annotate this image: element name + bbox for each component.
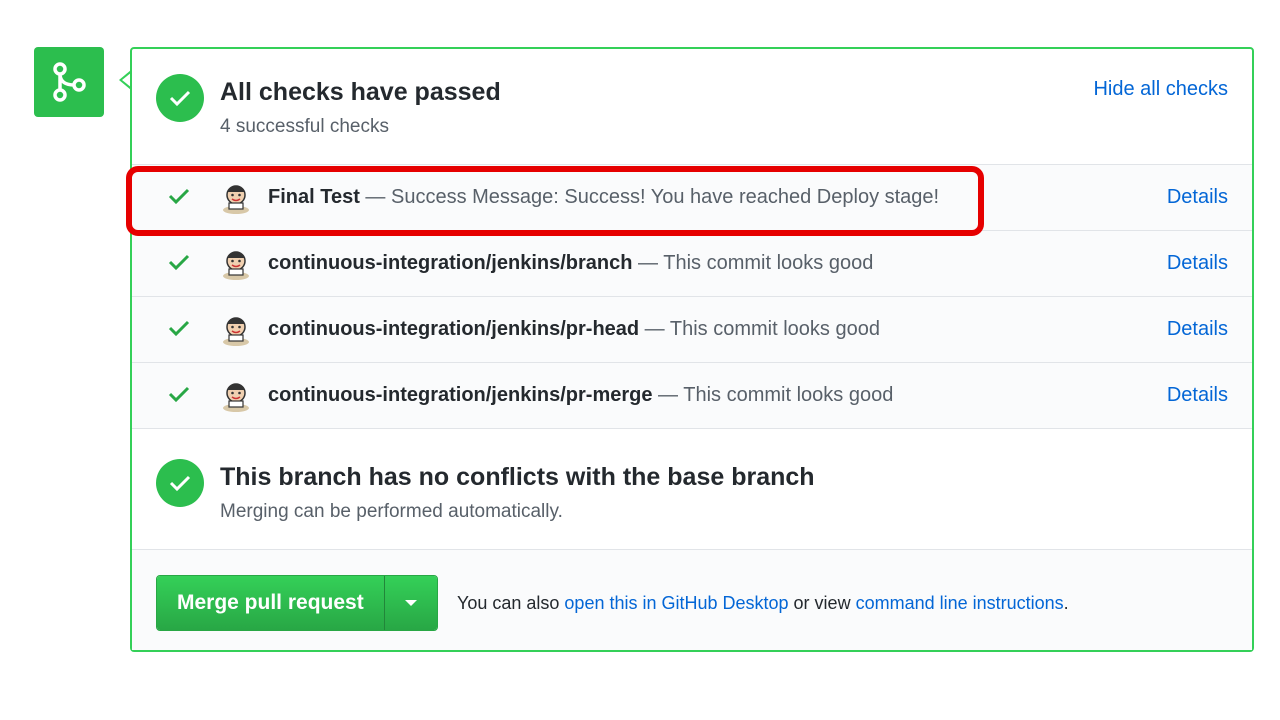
checks-passed-icon [156, 74, 204, 122]
checks-title: All checks have passed [220, 78, 501, 106]
check-icon [168, 319, 190, 342]
conflicts-subtitle: Merging can be performed automatically. [220, 501, 563, 522]
check-name: continuous-integration/jenkins/pr-merge [268, 384, 653, 406]
note-middle: or view [788, 593, 856, 613]
check-description: This commit looks good [663, 252, 874, 274]
hide-all-checks-link[interactable]: Hide all checks [1093, 78, 1228, 101]
note-suffix: . [1063, 593, 1069, 613]
check-text: continuous-integration/jenkins/pr-merge … [268, 384, 893, 407]
check-details-link[interactable]: Details [1167, 252, 1228, 275]
merge-status-panel: All checks have passed 4 successful chec… [130, 47, 1254, 652]
annotation-highlight-box [126, 166, 984, 236]
jenkins-avatar-icon [220, 380, 252, 412]
check-details-link[interactable]: Details [1167, 186, 1228, 209]
merge-area: Merge pull request You can also open thi… [132, 550, 1252, 650]
check-details-link[interactable]: Details [1167, 318, 1228, 341]
merge-options-dropdown[interactable] [384, 576, 437, 630]
check-text: continuous-integration/jenkins/branch — … [268, 252, 873, 275]
check-separator: — [632, 252, 664, 274]
merge-button-group: Merge pull request [156, 575, 438, 631]
conflicts-title: This branch has no conflicts with the ba… [220, 463, 815, 491]
check-row: continuous-integration/jenkins/branch — … [132, 231, 1252, 297]
check-row: continuous-integration/jenkins/pr-merge … [132, 363, 1252, 429]
git-merge-icon [34, 47, 104, 117]
merge-pull-request-button[interactable]: Merge pull request [157, 576, 385, 630]
no-conflicts-icon [156, 459, 204, 507]
jenkins-avatar-icon [220, 314, 252, 346]
note-prefix: You can also [457, 593, 565, 613]
merge-alternatives-note: You can also open this in GitHub Desktop… [457, 593, 1069, 614]
check-description: This commit looks good [669, 318, 880, 340]
check-text: continuous-integration/jenkins/pr-head —… [268, 318, 880, 341]
command-line-instructions-link[interactable]: command line instructions [856, 593, 1064, 613]
check-separator: — [652, 384, 684, 406]
triangle-down-icon [404, 600, 417, 606]
check-icon [168, 253, 190, 276]
jenkins-avatar-icon [220, 248, 252, 280]
check-icon [168, 385, 190, 408]
check-name: continuous-integration/jenkins/pr-head [268, 318, 640, 340]
check-separator: — [639, 318, 670, 340]
check-details-link[interactable]: Details [1167, 384, 1228, 407]
check-description: This commit looks good [683, 384, 894, 406]
check-name: continuous-integration/jenkins/branch [268, 252, 633, 274]
open-github-desktop-link[interactable]: open this in GitHub Desktop [564, 593, 788, 613]
check-row: continuous-integration/jenkins/pr-head —… [132, 297, 1252, 363]
checks-subtitle: 4 successful checks [220, 116, 389, 137]
